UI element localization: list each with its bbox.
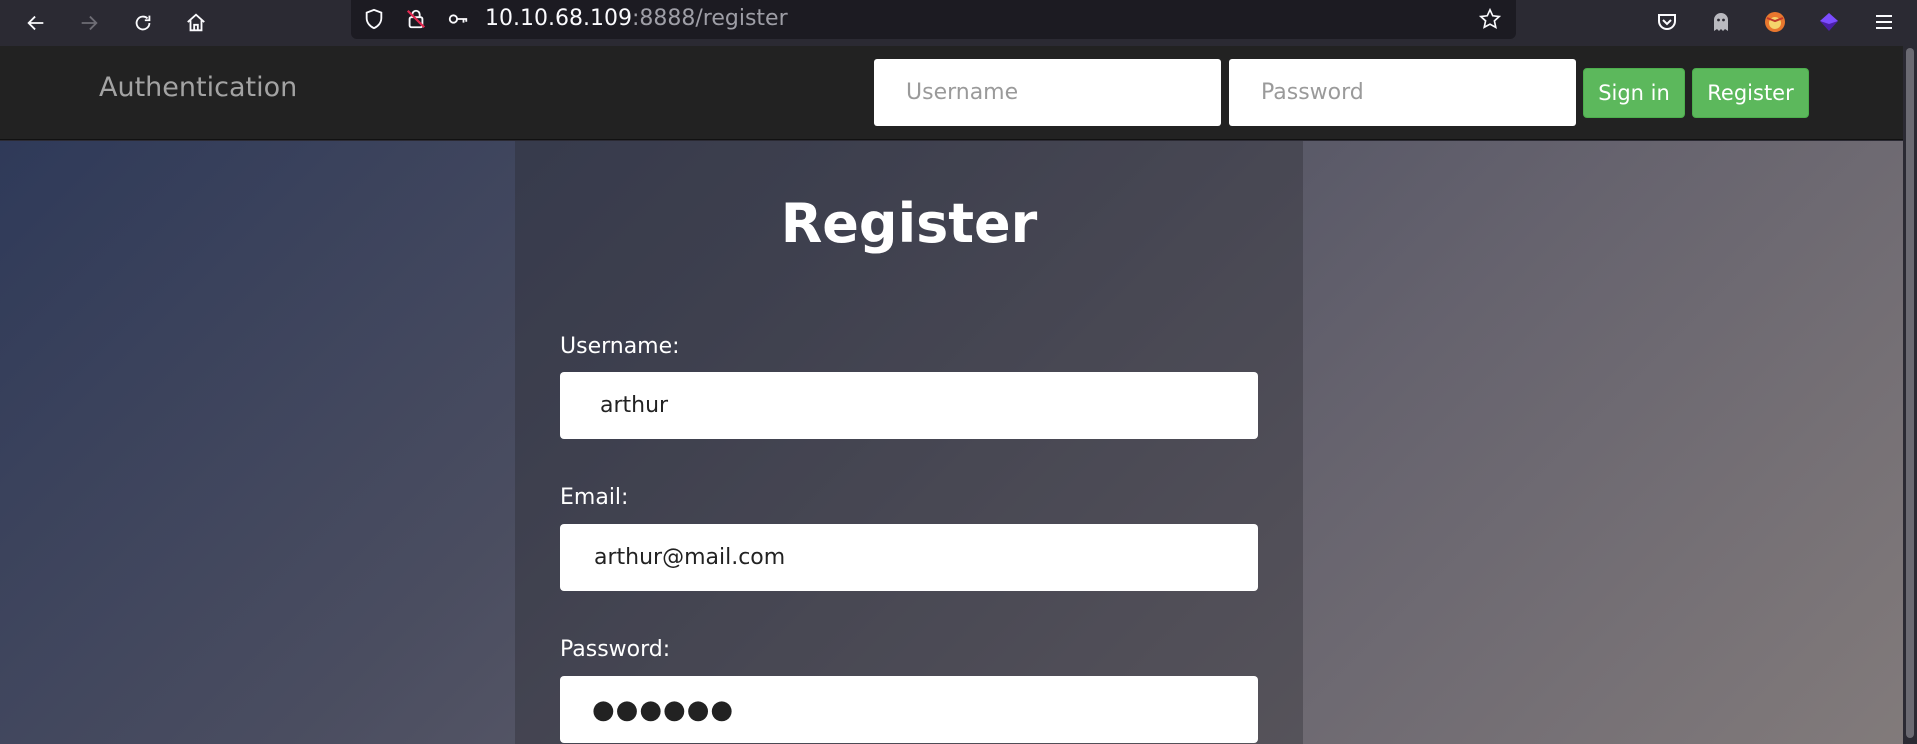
pocket-button[interactable] — [1650, 5, 1684, 39]
menu-icon — [1876, 15, 1892, 29]
wappalyzer-button[interactable] — [1812, 5, 1846, 39]
navbar-password-input[interactable] — [1229, 59, 1576, 126]
password-field[interactable] — [560, 676, 1258, 743]
email-label: Email: — [560, 485, 629, 510]
forward-icon — [81, 15, 98, 31]
insecure-lock-icon — [406, 9, 426, 29]
forward-button[interactable] — [71, 5, 107, 41]
foxyproxy-icon — [1765, 12, 1785, 32]
wappalyzer-icon — [1820, 13, 1838, 31]
back-icon — [27, 15, 44, 31]
url-text[interactable]: 10.10.68.109:8888/register — [485, 5, 788, 33]
username-field[interactable] — [560, 372, 1258, 439]
url-bar[interactable]: 10.10.68.109:8888/register — [351, 0, 1516, 39]
scrollbar-thumb[interactable] — [1906, 48, 1914, 738]
password-label: Password: — [560, 637, 671, 662]
back-button[interactable] — [18, 5, 54, 41]
navbar-brand[interactable]: Authentication — [99, 68, 297, 108]
bookmark-star-icon — [1479, 8, 1501, 29]
ghostery-icon — [1714, 13, 1728, 31]
navbar-username-input[interactable] — [874, 59, 1221, 126]
navbar-register-button[interactable]: Register — [1692, 68, 1809, 118]
pocket-icon — [1658, 14, 1676, 30]
reload-icon — [135, 15, 151, 31]
page-scrollbar[interactable] — [1903, 46, 1917, 744]
bookmark-button[interactable] — [1476, 5, 1504, 33]
url-path: :8888/register — [631, 6, 788, 31]
reload-button[interactable] — [125, 5, 161, 41]
tracking-protection-button[interactable] — [360, 5, 388, 33]
saved-logins-button[interactable] — [444, 5, 472, 33]
browser-toolbar: 10.10.68.109:8888/register — [0, 0, 1917, 46]
shield-icon — [365, 8, 383, 30]
register-panel: Register Username: Email: Password: — [515, 141, 1303, 744]
email-field[interactable] — [560, 524, 1258, 591]
username-label: Username: — [560, 334, 680, 359]
app-menu-button[interactable] — [1867, 5, 1901, 39]
home-icon — [187, 13, 205, 32]
url-host: 10.10.68.109 — [485, 6, 632, 31]
app-navbar: Authentication Sign in Register — [0, 46, 1917, 140]
foxyproxy-button[interactable] — [1758, 5, 1792, 39]
key-icon — [448, 14, 468, 24]
home-button[interactable] — [178, 5, 214, 41]
page-title: Register — [780, 192, 1038, 255]
sign-in-button[interactable]: Sign in — [1583, 68, 1685, 118]
site-security-button[interactable] — [402, 5, 430, 33]
ghostery-button[interactable] — [1704, 5, 1738, 39]
